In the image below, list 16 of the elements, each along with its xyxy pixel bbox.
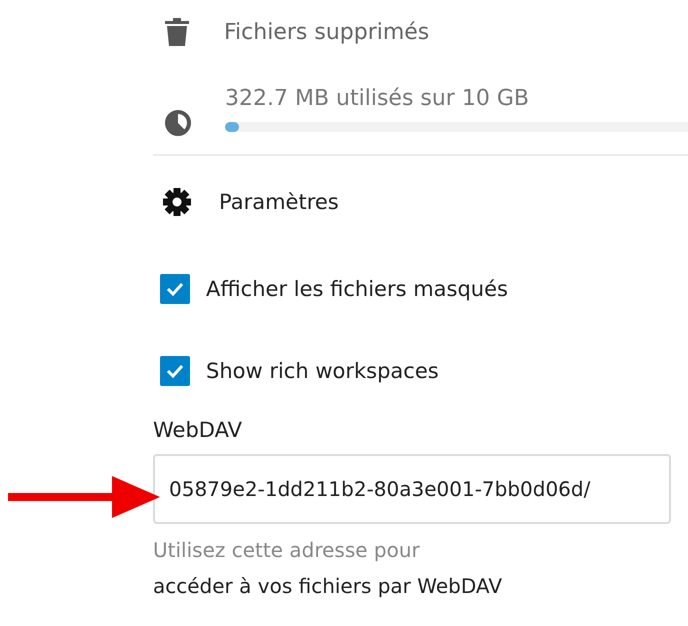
webdav-url-field[interactable]: 05879e2-1dd211b2-80a3e001-7bb0d06d/ xyxy=(153,454,671,524)
pie-chart-icon xyxy=(165,110,191,136)
checkbox-label[interactable]: Afficher les fichiers masqués xyxy=(206,277,508,301)
checkmark-icon xyxy=(166,282,184,296)
storage-usage-text: 322.7 MB utilisés sur 10 GB xyxy=(225,85,530,113)
webdav-help-link[interactable]: accéder à vos fichiers par WebDAV xyxy=(153,574,502,598)
settings-icon xyxy=(163,188,191,216)
checkmark-icon xyxy=(166,364,184,378)
webdav-hint-text: Utilisez cette adresse pour accéder à vos fichiers par WebDAV xyxy=(153,537,503,600)
checkbox-label[interactable]: Show rich workspaces xyxy=(206,359,439,383)
webdav-label: WebDAV xyxy=(153,418,242,442)
trash-icon xyxy=(165,18,189,46)
nav-link[interactable]: Fichiers supprimés xyxy=(224,20,430,44)
checkbox[interactable] xyxy=(160,356,190,386)
checkbox[interactable] xyxy=(160,274,190,304)
settings-link[interactable]: Paramètres xyxy=(219,190,339,214)
